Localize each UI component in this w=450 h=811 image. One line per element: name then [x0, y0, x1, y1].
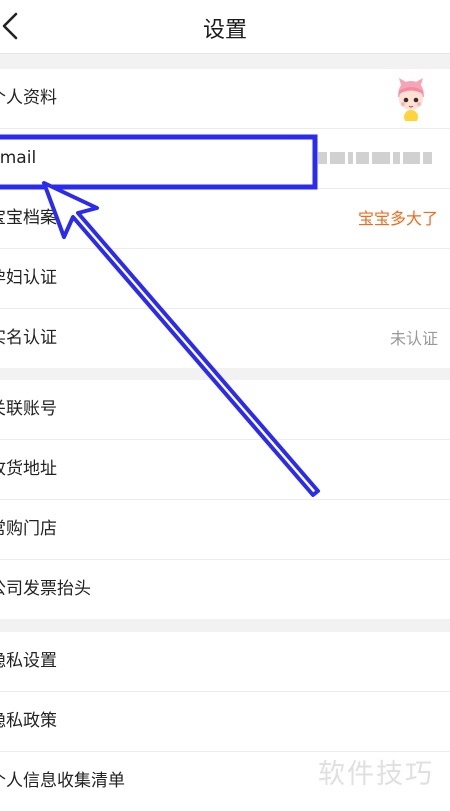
- settings-row-baby-profile[interactable]: 宝宝档案 宝宝多大了: [0, 189, 450, 249]
- page-title: 设置: [202, 18, 247, 43]
- settings-row-linked-accounts[interactable]: 关联账号: [0, 380, 450, 440]
- settings-group-shopping: 关联账号 收货地址 常购门店 公司发票抬头: [0, 380, 450, 619]
- settings-row-pregnancy-verification[interactable]: 孕妇认证: [0, 249, 450, 309]
- settings-row-privacy-settings[interactable]: 隐私设置: [0, 632, 450, 692]
- row-label: 隐私设置: [0, 651, 57, 671]
- settings-row-privacy-policy[interactable]: 隐私政策: [0, 692, 450, 752]
- row-label: 关联账号: [0, 399, 57, 419]
- row-label: 个人资料: [0, 88, 57, 108]
- settings-row-frequent-store[interactable]: 常购门店: [0, 500, 450, 560]
- row-label: 孕妇认证: [0, 268, 57, 288]
- row-value: 未认证: [389, 329, 438, 348]
- row-label: 实名认证: [0, 328, 57, 348]
- row-label: 个人信息收集清单: [0, 771, 125, 791]
- settings-row-realname-verification[interactable]: 实名认证 未认证: [0, 309, 450, 368]
- settings-row-invoice-title[interactable]: 公司发票抬头: [0, 560, 450, 619]
- settings-row-shipping-address[interactable]: 收货地址: [0, 440, 450, 500]
- row-label: 收货地址: [0, 459, 57, 479]
- row-label: 公司发票抬头: [0, 579, 91, 599]
- redacted-email-value: [318, 147, 433, 169]
- settings-row-email[interactable]: Email: [0, 129, 450, 189]
- cartoon-avatar-icon[interactable]: [390, 77, 432, 121]
- settings-row-profile[interactable]: 个人资料: [0, 69, 450, 129]
- settings-group-account: 个人资料 Email 宝宝档案 宝宝多大了 孕妇认证 实名认证 未认: [0, 69, 450, 368]
- row-value: 宝宝多大了: [357, 209, 438, 228]
- row-label: 隐私政策: [0, 711, 57, 731]
- row-label: 宝宝档案: [0, 208, 57, 228]
- watermark-text: 软件技巧: [318, 759, 434, 790]
- row-label: 常购门店: [0, 519, 57, 539]
- row-label: Email: [0, 148, 37, 168]
- header-bar: 设置: [0, 0, 450, 54]
